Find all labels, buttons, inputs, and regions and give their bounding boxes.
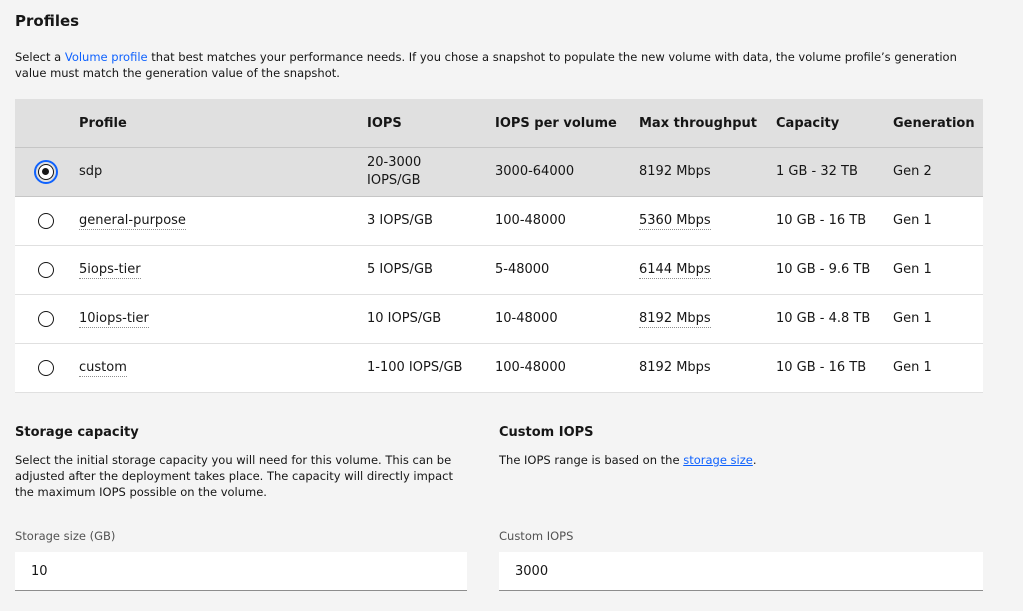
custom-iops-label: Custom IOPS — [499, 529, 574, 543]
table-row[interactable]: general-purpose 3 IOPS/GB 100-48000 5360… — [15, 196, 983, 246]
volume-profile-link[interactable]: Volume profile — [65, 50, 148, 64]
storage-capacity-title: Storage capacity — [15, 425, 139, 440]
profile-iops: 1-100 IOPS/GB — [367, 360, 463, 375]
storage-capacity-description: Select the initial storage capacity you … — [15, 453, 453, 499]
intro-text-after: that best matches your performance needs… — [15, 50, 957, 80]
custom-iops-description: The IOPS range is based on the storage s… — [499, 452, 979, 468]
profile-generation: Gen 1 — [893, 311, 932, 326]
profile-capacity: 10 GB - 9.6 TB — [776, 262, 871, 277]
profile-iops-per-volume: 3000-64000 — [495, 164, 575, 179]
header-generation: Generation — [893, 99, 983, 148]
storage-size-label: Storage size (GB) — [15, 529, 116, 543]
radio-cell[interactable] — [15, 294, 79, 344]
custom-iops-input[interactable] — [499, 552, 983, 591]
profile-capacity: 1 GB - 32 TB — [776, 164, 858, 179]
radio-cell[interactable] — [15, 343, 79, 393]
radio-cell[interactable] — [15, 147, 79, 197]
custom-iops-text-after: . — [752, 453, 757, 467]
table-row[interactable]: 10iops-tier 10 IOPS/GB 10-48000 8192 Mbp… — [15, 294, 983, 344]
profile-max-throughput: 8192 Mbps — [639, 164, 711, 179]
profile-capacity: 10 GB - 16 TB — [776, 360, 867, 375]
profile-iops-per-volume: 10-48000 — [495, 311, 558, 326]
profiles-title: Profiles — [15, 12, 80, 30]
profile-name[interactable]: 10iops-tier — [79, 311, 149, 328]
header-max-throughput: Max throughput — [639, 99, 776, 148]
profile-name[interactable]: 5iops-tier — [79, 262, 141, 279]
profile-generation: Gen 2 — [893, 164, 932, 179]
profile-radio[interactable] — [38, 262, 54, 278]
table-row[interactable]: custom 1-100 IOPS/GB 100-48000 8192 Mbps… — [15, 343, 983, 393]
profiles-intro: Select a Volume profile that best matche… — [15, 49, 990, 81]
profile-iops-per-volume: 5-48000 — [495, 262, 550, 277]
custom-iops-title: Custom IOPS — [499, 425, 594, 440]
table-row[interactable]: sdp 20-3000 IOPS/GB 3000-64000 8192 Mbps… — [15, 147, 983, 197]
radio-cell[interactable] — [15, 196, 79, 246]
intro-text-before: Select a — [15, 50, 65, 64]
header-profile: Profile — [79, 99, 367, 148]
profile-radio[interactable] — [38, 360, 54, 376]
profile-generation: Gen 1 — [893, 360, 932, 375]
profile-radio[interactable] — [38, 213, 54, 229]
profile-generation: Gen 1 — [893, 213, 932, 228]
custom-iops-text-before: The IOPS range is based on the — [499, 453, 684, 467]
radio-cell[interactable] — [15, 245, 79, 295]
profile-max-throughput: 8192 Mbps — [639, 360, 711, 375]
profile-generation: Gen 1 — [893, 262, 932, 277]
profile-iops: 5 IOPS/GB — [367, 262, 433, 277]
storage-size-input[interactable] — [15, 552, 467, 591]
profile-capacity: 10 GB - 4.8 TB — [776, 311, 871, 326]
profile-max-throughput[interactable]: 8192 Mbps — [639, 311, 711, 328]
profile-iops: 10 IOPS/GB — [367, 311, 442, 326]
profile-capacity: 10 GB - 16 TB — [776, 213, 867, 228]
profile-iops: 20-3000 IOPS/GB — [367, 155, 422, 188]
profile-name[interactable]: general-purpose — [79, 213, 186, 230]
profile-name: sdp — [79, 164, 103, 179]
storage-size-link[interactable]: storage size — [683, 453, 753, 467]
profile-iops-per-volume: 100-48000 — [495, 360, 566, 375]
header-select — [15, 99, 79, 148]
profile-max-throughput[interactable]: 5360 Mbps — [639, 213, 711, 230]
profile-name[interactable]: custom — [79, 360, 127, 377]
header-capacity: Capacity — [776, 99, 893, 148]
profile-max-throughput[interactable]: 6144 Mbps — [639, 262, 711, 279]
table-header-row: Profile IOPS IOPS per volume Max through… — [15, 99, 983, 148]
profiles-table: Profile IOPS IOPS per volume Max through… — [15, 99, 983, 393]
header-iops: IOPS — [367, 99, 495, 148]
profile-radio[interactable] — [38, 311, 54, 327]
header-iops-per-volume: IOPS per volume — [495, 99, 639, 148]
profile-iops-per-volume: 100-48000 — [495, 213, 566, 228]
profile-radio[interactable] — [34, 160, 58, 184]
profile-iops: 3 IOPS/GB — [367, 213, 433, 228]
table-row[interactable]: 5iops-tier 5 IOPS/GB 5-48000 6144 Mbps 1… — [15, 245, 983, 295]
